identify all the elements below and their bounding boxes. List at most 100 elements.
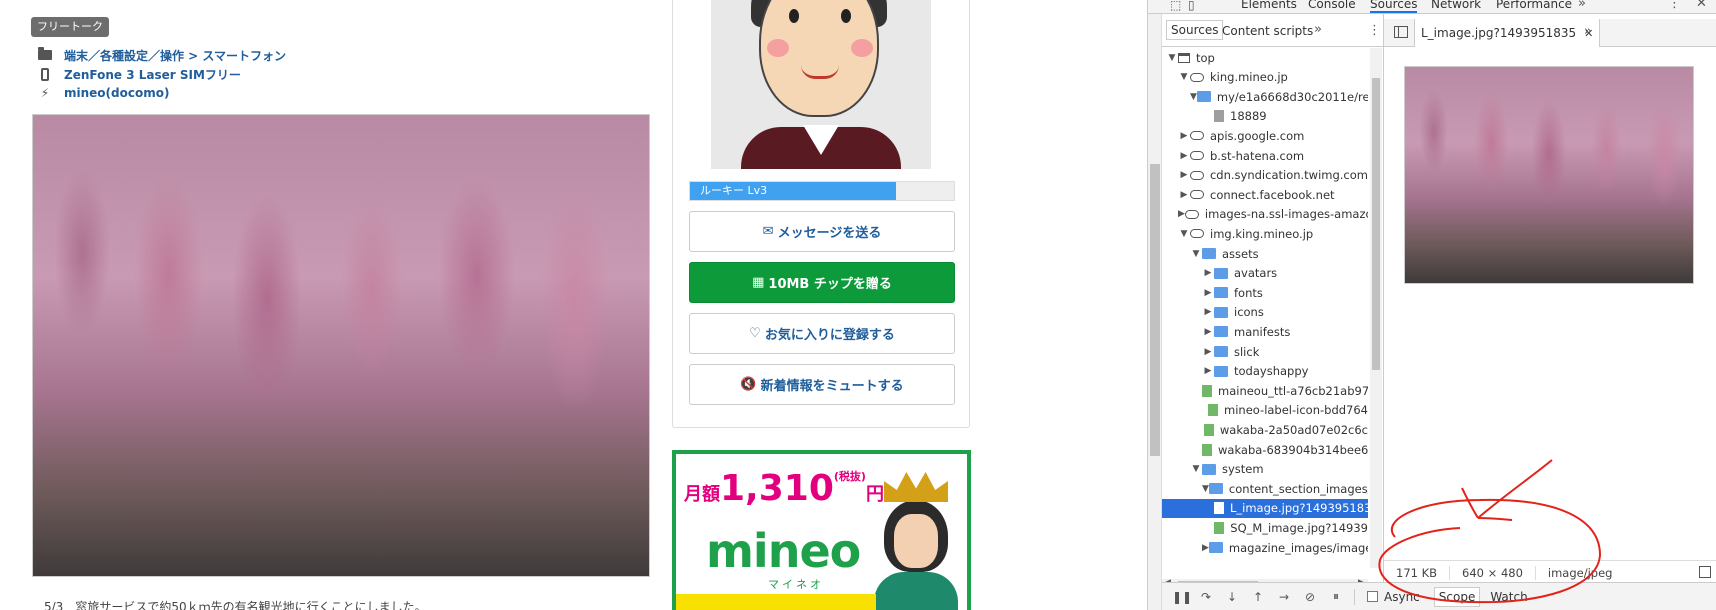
collapsed-arrow-icon[interactable]: ▶ <box>1202 327 1214 337</box>
post-photo-wisteria[interactable] <box>32 114 650 577</box>
more-editor-tabs-icon[interactable]: » <box>1584 24 1592 39</box>
tab-network[interactable]: Network <box>1431 0 1481 11</box>
tree-item[interactable]: L_image.jpg?149395183 <box>1162 498 1368 518</box>
page-scrollbar[interactable] <box>1148 14 1162 610</box>
breadcrumb-carrier-label[interactable]: mineo(docomo) <box>64 86 169 100</box>
file-tree-vscrollbar[interactable] <box>1370 48 1382 568</box>
deactivate-breakpoints-icon[interactable]: ⊘ <box>1302 590 1318 604</box>
mineo-ad-banner[interactable]: 月額1,310(税抜)円〜 mineo マイネオ <box>672 450 971 610</box>
tab-console[interactable]: Console <box>1308 0 1356 11</box>
tree-item[interactable]: 18889 <box>1162 107 1368 126</box>
category-badge[interactable]: フリートーク <box>31 17 109 37</box>
nav-tab-content-scripts[interactable]: Content scripts <box>1222 24 1313 38</box>
tab-performance[interactable]: Performance <box>1496 0 1572 11</box>
frame-icon <box>1178 52 1190 63</box>
tab-elements[interactable]: Elements <box>1241 0 1297 11</box>
breadcrumb-device[interactable]: ZenFone 3 Laser SIMフリー <box>38 65 241 83</box>
expanded-arrow-icon[interactable]: ▼ <box>1190 92 1197 102</box>
breadcrumb-carrier[interactable]: ⚡ mineo(docomo) <box>38 84 170 102</box>
collapsed-arrow-icon[interactable]: ▶ <box>1202 347 1214 357</box>
expanded-arrow-icon[interactable]: ▼ <box>1202 484 1209 494</box>
tree-item[interactable]: ▶ fonts <box>1162 283 1368 302</box>
tree-item[interactable]: ▼ my/e1a6668d30c2011e/rep <box>1162 87 1368 106</box>
tree-item[interactable]: ▶ cdn.syndication.twimg.com <box>1162 166 1368 185</box>
tree-item[interactable]: SQ_M_image.jpg?14939 <box>1162 518 1368 537</box>
toggle-drawer-icon[interactable] <box>1699 566 1711 578</box>
gift-chip-button[interactable]: ▦ 10MB チップを贈る <box>689 262 955 303</box>
page-scrollbar-thumb[interactable] <box>1150 164 1160 456</box>
mute-updates-button[interactable]: 🔇 新着情報をミュートする <box>689 364 955 405</box>
file-tree-vscroll-thumb[interactable] <box>1372 78 1380 370</box>
expanded-arrow-icon[interactable]: ▼ <box>1190 249 1202 259</box>
collapsed-arrow-icon[interactable]: ▶ <box>1178 170 1190 180</box>
tree-item-label: content_section_images/i <box>1228 481 1368 496</box>
tree-item[interactable]: ▶ manifests <box>1162 322 1368 341</box>
step-icon[interactable]: → <box>1276 590 1292 604</box>
tab-watch[interactable]: Watch <box>1486 588 1531 606</box>
breadcrumb-category[interactable]: 端末／各種設定／操作 > スマートフォン <box>38 46 286 64</box>
collapsed-arrow-icon[interactable]: ▶ <box>1202 307 1214 317</box>
tree-item[interactable]: maineou_ttl-a76cb21ab97 <box>1162 381 1368 400</box>
folder-icon <box>1202 463 1216 475</box>
collapsed-arrow-icon[interactable]: ▶ <box>1202 288 1214 298</box>
navigator-menu-icon[interactable]: ⋮ <box>1368 23 1381 38</box>
tree-item[interactable]: ▶ slick <box>1162 342 1368 361</box>
tree-item[interactable]: ▶ apis.google.com <box>1162 126 1368 145</box>
more-tabs-icon[interactable]: » <box>1578 0 1586 11</box>
step-out-icon[interactable]: ↑ <box>1250 590 1266 604</box>
collapsed-arrow-icon[interactable]: ▶ <box>1202 543 1209 553</box>
collapsed-arrow-icon[interactable]: ▶ <box>1202 268 1214 278</box>
tree-item[interactable]: ▶ todayshappy <box>1162 362 1368 381</box>
tree-item[interactable]: wakaba-683904b314bee6 <box>1162 440 1368 459</box>
collapsed-arrow-icon[interactable]: ▶ <box>1178 190 1190 200</box>
collapsed-arrow-icon[interactable]: ▶ <box>1178 209 1185 219</box>
tree-item[interactable]: ▼ system <box>1162 460 1368 479</box>
collapsed-arrow-icon[interactable]: ▶ <box>1178 151 1190 161</box>
tree-item[interactable]: ▶ images-na.ssl-images-amazon <box>1162 205 1368 224</box>
tree-item[interactable]: ▼ content_section_images/i <box>1162 479 1368 498</box>
pause-icon[interactable]: ❚❚ <box>1172 590 1192 604</box>
breadcrumb-category-label[interactable]: 端末／各種設定／操作 > スマートフォン <box>64 47 286 64</box>
expanded-arrow-icon[interactable]: ▼ <box>1190 464 1202 474</box>
tree-item[interactable]: ▼ img.king.mineo.jp <box>1162 224 1368 243</box>
async-checkbox[interactable] <box>1367 591 1378 602</box>
pause-on-exceptions-icon[interactable]: ⏸ <box>1328 589 1344 604</box>
collapsed-arrow-icon[interactable]: ▶ <box>1202 366 1214 376</box>
tree-item[interactable]: ▶ connect.facebook.net <box>1162 185 1368 204</box>
nav-tab-sources[interactable]: Sources <box>1166 20 1224 40</box>
tree-item[interactable]: ▶ b.st-hatena.com <box>1162 146 1368 165</box>
toggle-navigator-icon[interactable] <box>1394 26 1408 38</box>
send-message-button[interactable]: ✉ メッセージを送る <box>689 211 955 252</box>
tree-item[interactable]: ▶ avatars <box>1162 264 1368 283</box>
avatar[interactable] <box>711 0 931 169</box>
tree-item[interactable]: ▶ magazine_images/images <box>1162 538 1368 557</box>
tree-item[interactable]: ▼ king.mineo.jp <box>1162 68 1368 87</box>
close-devtools-icon[interactable]: ✕ <box>1696 0 1707 11</box>
tree-item[interactable]: ▼ assets <box>1162 244 1368 263</box>
breadcrumb-device-label[interactable]: ZenFone 3 Laser SIMフリー <box>64 66 241 83</box>
tree-item-label: b.st-hatena.com <box>1210 148 1305 163</box>
more-nav-tabs-icon[interactable]: » <box>1314 22 1322 37</box>
step-over-icon[interactable]: ↷ <box>1198 590 1214 604</box>
add-favorite-button[interactable]: ♡ お気に入りに登録する <box>689 313 955 354</box>
kebab-menu-icon[interactable]: ⋮ <box>1668 0 1681 11</box>
tab-sources[interactable]: Sources <box>1370 0 1418 13</box>
send-message-label: メッセージを送る <box>777 226 882 241</box>
collapsed-arrow-icon[interactable]: ▶ <box>1178 131 1190 141</box>
device-toolbar-icon[interactable]: ▯ <box>1188 0 1195 12</box>
gift-icon: ▦ <box>752 275 765 290</box>
editor-tab-image[interactable]: L_image.jpg?1493951835 ✕ <box>1414 19 1601 47</box>
ad-logo-kana: マイネオ <box>768 578 824 591</box>
tree-item[interactable]: wakaba-2a50ad07e02c6c <box>1162 420 1368 439</box>
step-into-icon[interactable]: ↓ <box>1224 590 1240 604</box>
cloud-icon <box>1190 229 1204 239</box>
tab-scope[interactable]: Scope <box>1433 586 1481 607</box>
tree-item[interactable]: ▼ top <box>1162 48 1368 67</box>
tree-item[interactable]: ▶ icons <box>1162 303 1368 322</box>
toolbar-divider <box>1354 588 1355 605</box>
expanded-arrow-icon[interactable]: ▼ <box>1178 72 1190 82</box>
expanded-arrow-icon[interactable]: ▼ <box>1178 229 1190 239</box>
tree-item[interactable]: mineo-label-icon-bdd764 <box>1162 401 1368 420</box>
inspect-element-icon[interactable]: ⬚ <box>1170 0 1181 12</box>
expanded-arrow-icon[interactable]: ▼ <box>1166 53 1178 63</box>
